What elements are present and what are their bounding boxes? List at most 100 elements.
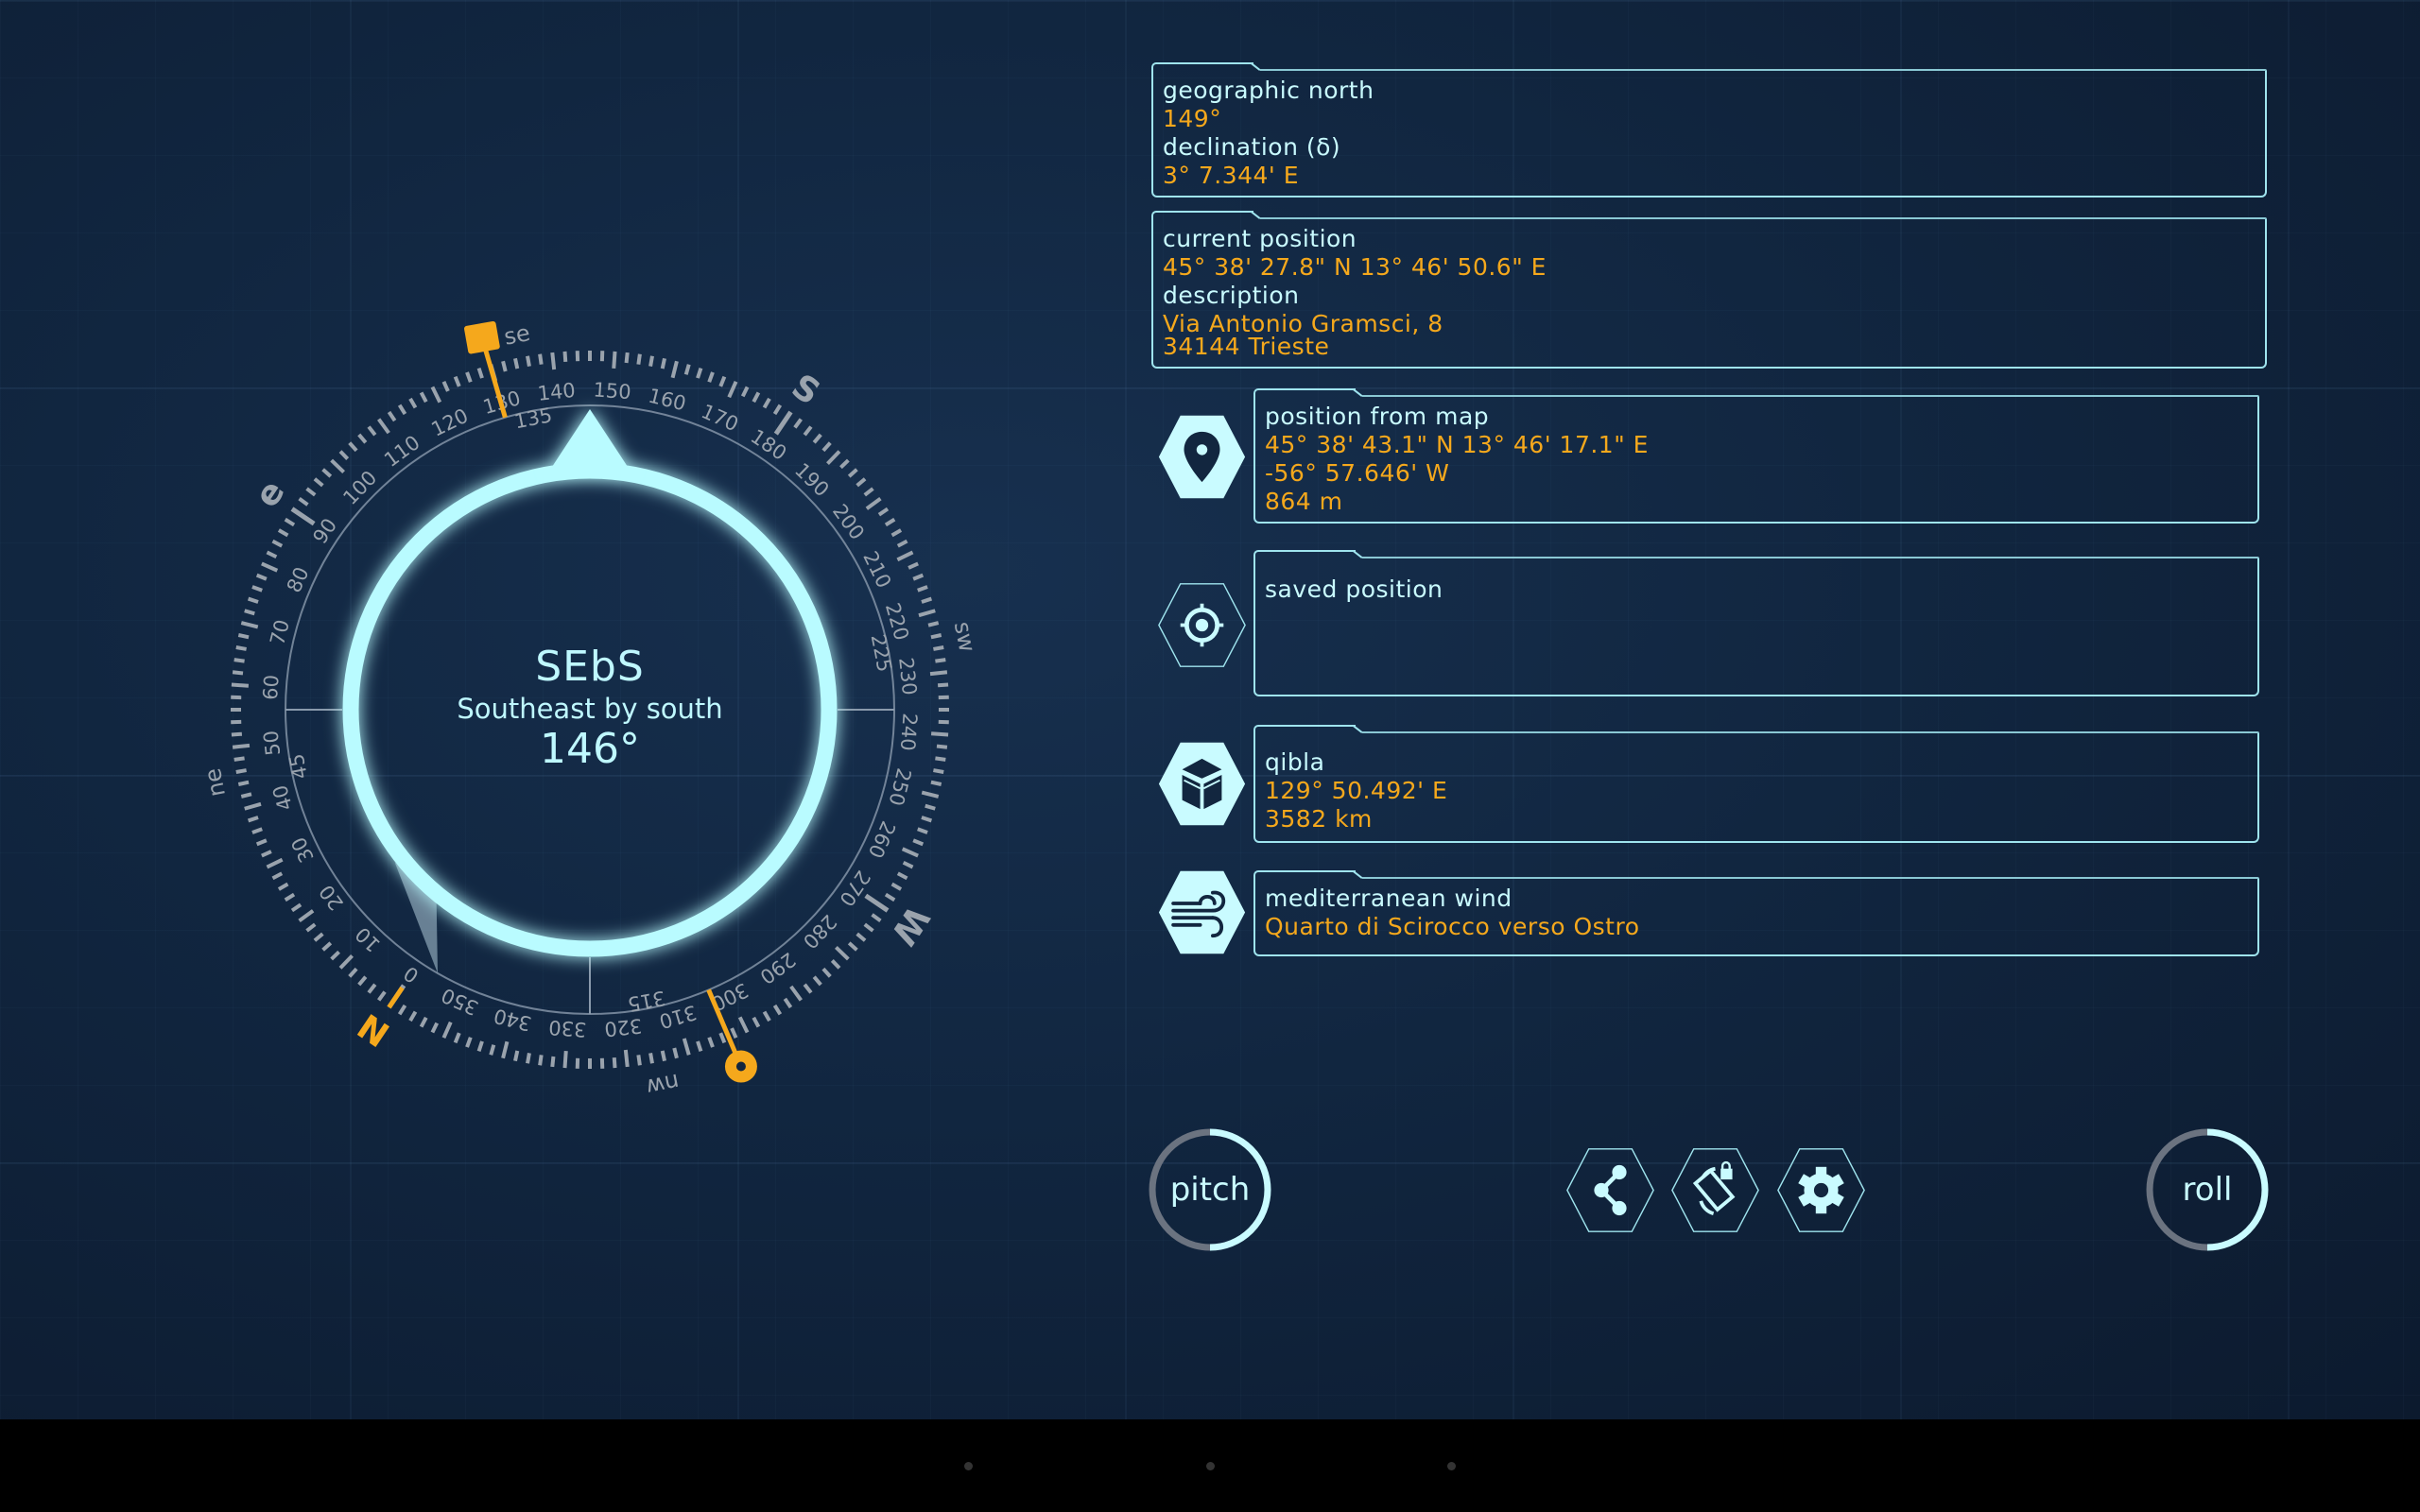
dial-tick <box>835 946 850 961</box>
dial-number-label: 0 <box>400 962 424 988</box>
direction-abbreviation: SEbS <box>535 643 645 691</box>
dial-tick <box>933 645 944 651</box>
share-button[interactable] <box>1565 1145 1655 1235</box>
dial-number-label: 110 <box>380 431 424 472</box>
dial-tick <box>271 871 284 881</box>
dial-tick <box>707 1037 715 1048</box>
dial-tick <box>247 596 259 604</box>
dial-tick <box>348 967 358 978</box>
dial-tick <box>696 1040 703 1053</box>
dial-tick <box>901 847 919 858</box>
saved-position-label: saved position <box>1265 576 1443 603</box>
settings-button[interactable] <box>1776 1145 1866 1235</box>
dial-tick <box>465 1037 473 1048</box>
dial-tick <box>255 573 268 581</box>
dial-tick <box>247 816 259 823</box>
dial-tick <box>772 1004 783 1016</box>
pitch-button[interactable]: pitch <box>1148 1127 1272 1252</box>
dial-tick <box>408 1010 418 1022</box>
dial-tick <box>240 792 252 799</box>
qibla-button[interactable] <box>1157 739 1247 829</box>
wind-label: mediterranean wind <box>1265 885 1512 912</box>
dial-tick <box>284 517 296 527</box>
rotation-lock-button[interactable] <box>1670 1145 1760 1235</box>
map-position-button[interactable] <box>1157 412 1247 502</box>
nav-home-button[interactable] <box>1206 1462 1215 1470</box>
dial-tick <box>930 731 949 737</box>
dial-number-label: 290 <box>755 948 800 988</box>
dial-tick <box>261 850 272 858</box>
dial-tick <box>330 950 340 961</box>
dial-tick <box>648 1053 654 1064</box>
wind-button[interactable] <box>1157 868 1247 957</box>
dial-tick <box>441 381 450 392</box>
dial-tick <box>538 1055 544 1066</box>
dial-tick <box>865 497 882 510</box>
dial-number-label: 50 <box>260 730 285 757</box>
dial-tick <box>921 596 933 604</box>
mediterranean-wind-panel: mediterranean wind Quarto di Scirocco ve… <box>1253 870 2259 956</box>
dial-tick <box>773 410 793 436</box>
dial-tick <box>884 517 896 527</box>
dial-tick <box>298 909 315 922</box>
cardinal-e: e <box>248 473 293 514</box>
dial-tick <box>397 404 407 416</box>
share-icon <box>1566 1148 1654 1232</box>
dial-tick <box>856 477 867 488</box>
dial-tick <box>682 1038 691 1056</box>
dial-tick <box>636 1055 642 1066</box>
dial-number-label: 170 <box>698 400 741 436</box>
dial-tick <box>453 1032 461 1044</box>
nav-recents-button[interactable] <box>1447 1462 1456 1470</box>
dial-tick <box>917 585 928 593</box>
dial-tick <box>235 768 247 774</box>
compass-dial[interactable]: 0102030405060708090100110120130140150160… <box>0 0 1182 1181</box>
saved-position-panel[interactable]: saved position <box>1253 550 2259 696</box>
dial-tick <box>921 790 940 799</box>
dial-tick <box>648 355 654 367</box>
roll-button[interactable]: roll <box>2145 1127 2270 1252</box>
dial-number-label: 260 <box>864 817 900 861</box>
current-position-value: 45° 38' 27.8" N 13° 46' 50.6" E <box>1163 253 1547 281</box>
dial-tick <box>266 857 284 869</box>
crosshair-icon <box>1158 583 1246 667</box>
saved-position-button[interactable] <box>1157 580 1247 670</box>
declination-value: 3° 7.344' E <box>1163 162 1300 189</box>
dial-tick <box>912 573 925 581</box>
dial-tick <box>863 487 874 497</box>
dial-tick <box>313 477 324 488</box>
dial-tick <box>918 609 936 618</box>
dial-tick <box>896 871 908 881</box>
dial-tick <box>821 967 832 978</box>
dial-number-label: 120 <box>428 404 473 441</box>
intercardinal-ne: ne <box>199 766 231 799</box>
map-pin-marker-hole <box>735 1061 746 1072</box>
dial-number-label: 20 <box>315 881 348 915</box>
dial-tick <box>826 450 841 465</box>
dial-tick <box>419 391 428 404</box>
dial-number-label: 190 <box>790 458 834 501</box>
wind-value: Quarto di Scirocco verso Ostro <box>1265 913 1640 940</box>
dial-tick <box>812 975 822 987</box>
dial-tick <box>377 418 390 435</box>
dial-tick <box>935 756 946 762</box>
dial-tick <box>357 975 368 987</box>
dial-number-label: 60 <box>259 674 284 700</box>
dial-tick <box>930 780 942 786</box>
roll-label: roll <box>2182 1171 2233 1209</box>
dial-tick <box>237 780 250 786</box>
dial-tick <box>261 561 279 573</box>
dial-tick <box>526 1053 531 1064</box>
dial-tick <box>277 882 289 891</box>
qibla-kaaba-icon <box>464 320 500 354</box>
position-from-map-panel[interactable]: position from map 45° 38' 43.1" N 13° 46… <box>1253 388 2259 524</box>
cardinal-s: S <box>785 368 826 413</box>
dial-tick <box>232 743 251 749</box>
nav-back-button[interactable] <box>964 1462 973 1470</box>
dial-tick <box>672 1047 679 1059</box>
compass-app: 0102030405060708090100110120130140150160… <box>0 0 2420 1419</box>
dial-tick <box>636 353 642 365</box>
dial-tick <box>538 353 544 365</box>
kaaba-icon <box>1158 742 1246 826</box>
dial-tick <box>921 816 933 823</box>
